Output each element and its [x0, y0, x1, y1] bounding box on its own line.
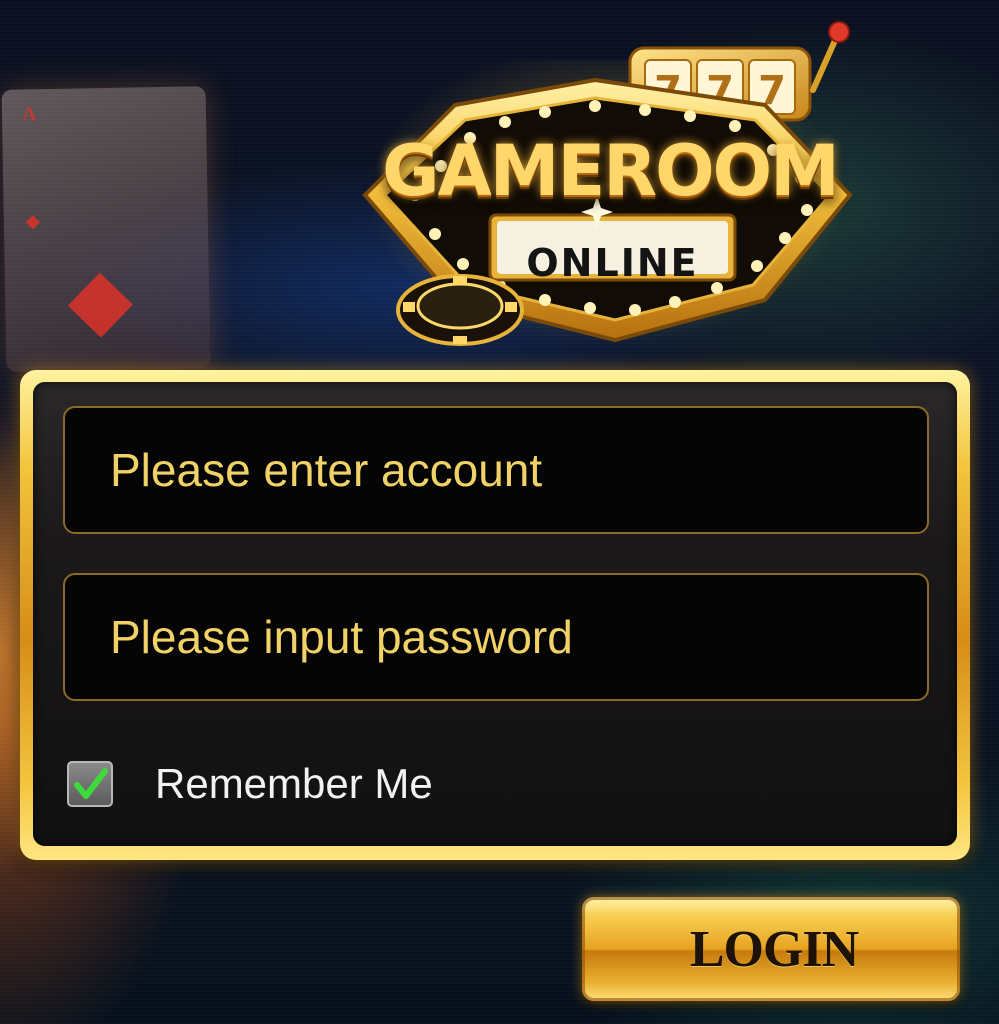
diamond-suit-icon [67, 272, 133, 338]
login-panel-inner: Remember Me [33, 382, 957, 846]
background-playing-card: A [1, 86, 211, 372]
password-input[interactable] [65, 575, 927, 699]
card-rank: A [21, 103, 37, 126]
remember-me-checkbox[interactable] [67, 761, 113, 807]
card-suit-small-icon [25, 215, 40, 230]
logo-title: GAMEROOM [382, 130, 840, 212]
login-button[interactable]: LOGIN [582, 897, 960, 1001]
login-panel: Remember Me [20, 370, 970, 860]
remember-me-row[interactable]: Remember Me [67, 760, 433, 808]
logo-subtitle-plate: ONLINE [490, 233, 735, 293]
check-icon [74, 768, 108, 799]
remember-me-label[interactable]: Remember Me [155, 760, 433, 808]
account-input[interactable] [65, 408, 927, 532]
logo-subtitle: ONLINE [526, 241, 699, 285]
password-field [63, 573, 929, 701]
gameroom-logo: 7 7 7 [345, 20, 865, 360]
account-field [63, 406, 929, 534]
login-button-label: LOGIN [689, 920, 859, 978]
